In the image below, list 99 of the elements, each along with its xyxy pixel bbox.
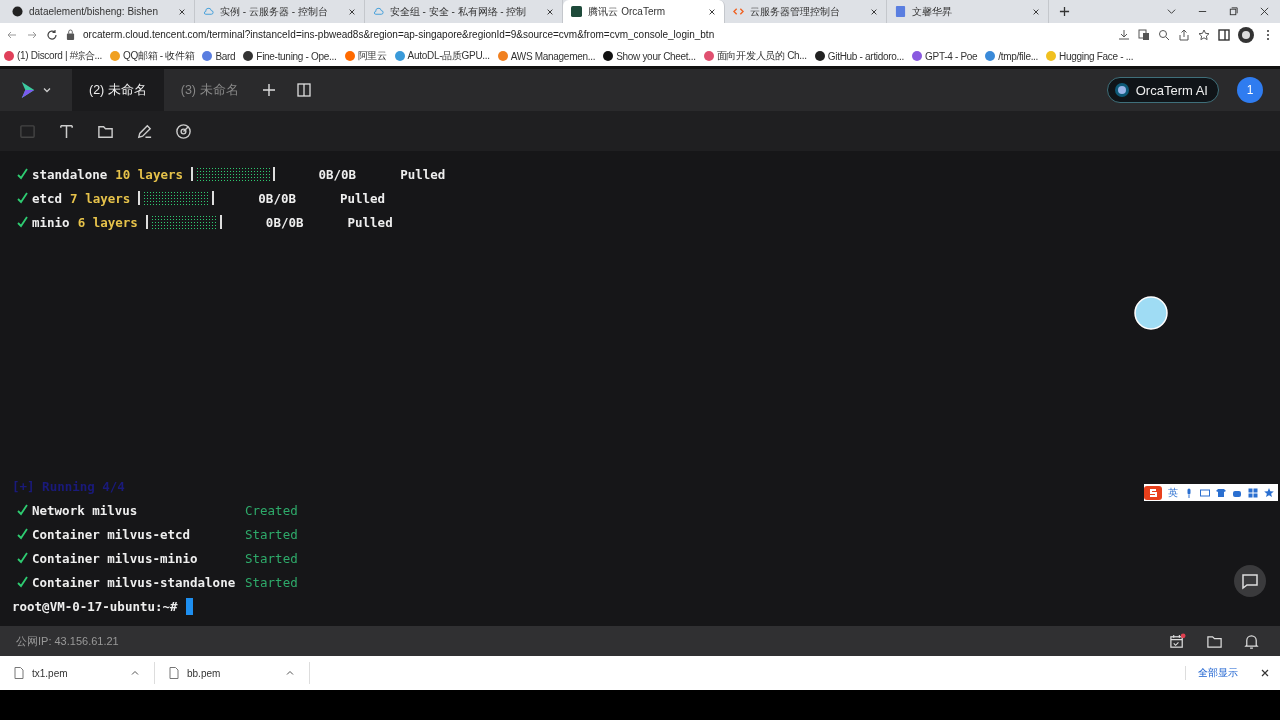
calendar-icon[interactable] [1169,632,1186,650]
check-icon [16,504,28,516]
avatar[interactable]: 1 [1237,77,1263,103]
cloud-icon [203,6,214,17]
keyboard-icon[interactable] [1200,487,1210,498]
status-text: Created [245,502,298,518]
download-item[interactable]: tx1.pem [0,662,155,684]
bookmark[interactable]: (1) Discord | #综合... [4,49,102,63]
step-name: Network milvus [32,502,139,518]
logo-icon[interactable] [20,80,36,100]
bookmark[interactable]: AutoDL-品质GPU... [394,49,490,63]
size-text: 0B/0B [265,214,304,230]
browser-tab[interactable]: 腾讯云 OrcaTerm [563,0,726,23]
text-icon[interactable] [58,122,75,140]
running-text: [+] Running 4/4 [12,478,125,494]
image-name: standalone [32,166,108,182]
check-icon [16,216,28,228]
bookmark[interactable]: Hugging Face - ... [1046,50,1134,62]
bookmark[interactable]: Show your Cheet... [603,50,696,62]
close-icon[interactable] [1032,7,1041,16]
download-icon[interactable] [1118,28,1130,41]
floating-ball-icon[interactable] [1134,296,1168,330]
ime-mode[interactable]: 英 [1168,485,1178,500]
layer-count: 10 layers [115,166,183,182]
close-icon[interactable] [178,7,186,16]
step-name: Container milvus-standalone [32,574,237,590]
cloud-icon [372,6,384,17]
close-icon[interactable] [708,7,717,16]
close-icon[interactable] [870,7,879,16]
bookmark[interactable]: GitHub - artidoro... [814,50,905,62]
star-icon[interactable] [1264,487,1274,498]
public-ip-text: 公网IP: 43.156.61.21 [16,633,119,649]
reload-icon[interactable] [46,28,58,41]
bookmark[interactable]: AWS Managemen... [497,50,596,62]
status-text: Started [245,526,298,542]
chat-icon[interactable] [1234,565,1266,597]
bookmark[interactable]: 阿里云 [344,49,387,63]
status-text: Pulled [347,214,393,230]
close-icon[interactable] [347,7,356,16]
step-name: Container milvus-etcd [32,526,192,542]
new-tab-icon[interactable] [1059,6,1071,17]
ime-toolbar[interactable]: 英 [1144,484,1278,501]
bookmark[interactable]: Bard [202,50,236,62]
close-icon[interactable] [546,7,555,16]
status-text: Pulled [339,190,386,206]
ime-logo-icon [1144,485,1162,500]
restore-icon[interactable] [1228,6,1239,17]
image-name: minio [32,214,70,230]
step-name: Container milvus-minio [32,550,199,566]
size-text: 0B/0B [258,190,296,206]
status-text: Started [245,574,298,590]
bookmark[interactable]: Fine-tuning - Ope... [243,50,337,62]
file-icon [14,667,24,679]
add-icon[interactable] [261,83,276,97]
session-tab[interactable]: (3) 未命名 [163,69,256,111]
layer-count: 6 layers [77,214,138,230]
status-text: Pulled [400,166,446,182]
check-icon [16,528,28,540]
check-icon [16,552,28,564]
pen-icon[interactable] [136,122,153,140]
status-text: Started [245,550,298,566]
chevron-icon[interactable] [1166,6,1177,17]
session-tab[interactable]: (2) 未命名 [72,69,164,111]
bookmark[interactable]: GPT-4 - Poe [912,50,978,62]
terminal-icon [571,6,583,17]
bookmark[interactable]: /tmp/file... [985,50,1039,62]
share-icon[interactable] [1178,28,1190,41]
bell-icon[interactable] [1243,632,1260,650]
document-icon [895,6,907,17]
lock-icon[interactable] [66,29,75,40]
profile-icon[interactable] [1238,26,1254,43]
translate-icon[interactable] [1138,28,1150,41]
cursor [185,597,193,615]
image-name: etcd [32,190,63,206]
check-icon [16,168,28,180]
github-icon [12,6,23,17]
chevron-icon[interactable] [42,85,52,95]
apps-icon[interactable] [1248,487,1258,498]
shirt-icon[interactable] [1216,487,1226,498]
sidebar-icon[interactable] [1218,28,1230,41]
target-icon[interactable] [175,122,192,140]
star-icon[interactable] [1198,28,1210,41]
bookmark[interactable]: QQ邮箱 - 收件箱 [109,49,195,63]
check-icon [16,192,28,204]
prompt-text: root@VM-0-17-ubuntu:~# [12,598,178,614]
zoom-icon[interactable] [1158,28,1170,41]
brackets-icon [733,6,745,17]
bookmark[interactable]: 面向开发人员的 Ch... [703,49,807,63]
close-icon[interactable] [1260,668,1270,678]
layer-count: 7 layers [70,190,131,206]
show-all-link[interactable]: 全部显示 [1185,666,1238,680]
file-icon [169,667,179,679]
check-icon [16,576,28,588]
close-icon[interactable] [1259,6,1270,17]
split-icon[interactable] [296,83,311,97]
download-item[interactable]: bb.pem [155,662,310,684]
orb-icon [1113,82,1130,98]
size-text: 0B/0B [318,166,357,182]
ai-button[interactable]: OrcaTerm AI [1106,77,1219,103]
